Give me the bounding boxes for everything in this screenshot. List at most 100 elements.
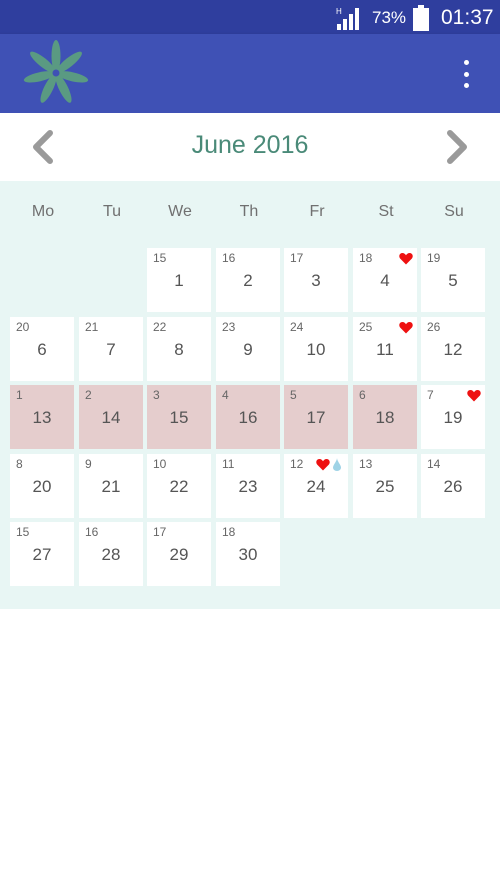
date-number: 28 (101, 545, 121, 564)
cycle-day-number: 25 (359, 320, 373, 334)
day-cell[interactable]: 14 26 (421, 454, 485, 518)
cycle-day-number: 1 (16, 388, 23, 402)
heart-icon (467, 389, 481, 402)
day-cell[interactable]: 17 29 (147, 522, 211, 586)
cycle-day-number: 5 (290, 388, 297, 402)
date-number: 22 (169, 477, 189, 496)
day-cell[interactable]: 25 11 (353, 317, 417, 381)
day-cell[interactable]: 4 16 (216, 385, 280, 449)
day-cell[interactable]: 22 8 (147, 317, 211, 381)
date-number: 27 (32, 545, 52, 564)
date-number: 18 (375, 408, 395, 427)
signal-icon: H (336, 7, 359, 30)
cycle-day-number: 17 (290, 251, 304, 265)
status-bar: H 73% 01:37 (0, 0, 500, 34)
cycle-day-number: 18 (222, 525, 236, 539)
date-number: 25 (375, 477, 395, 496)
day-cell[interactable]: 12 24 (284, 454, 348, 518)
date-number: 24 (306, 477, 326, 496)
date-number: 15 (169, 408, 189, 427)
cycle-day-number: 26 (427, 320, 441, 334)
day-cell[interactable]: 19 5 (421, 248, 485, 312)
date-number: 4 (380, 271, 390, 290)
day-cell[interactable]: 20 6 (10, 317, 74, 381)
heart-icon (399, 252, 413, 265)
cycle-day-number: 4 (222, 388, 229, 402)
more-vert-icon (463, 60, 469, 65)
cycle-day-number: 19 (427, 251, 441, 265)
day-cell[interactable]: 23 9 (216, 317, 280, 381)
day-cell[interactable]: 18 4 (353, 248, 417, 312)
date-number: 23 (238, 477, 258, 496)
cycle-day-number: 20 (16, 320, 30, 334)
day-cell[interactable]: 15 1 (147, 248, 211, 312)
cycle-day-number: 23 (222, 320, 236, 334)
overflow-menu-button[interactable] (454, 60, 478, 88)
date-number: 11 (376, 340, 394, 359)
weekday-label: St (378, 203, 394, 220)
network-type: H (336, 7, 342, 16)
date-number: 2 (243, 271, 253, 290)
cycle-day-number: 13 (359, 457, 373, 471)
date-number: 3 (311, 271, 321, 290)
battery-percent: 73% (372, 8, 407, 27)
day-cell[interactable]: 17 3 (284, 248, 348, 312)
day-cell[interactable]: 7 19 (421, 385, 485, 449)
day-cell[interactable]: 21 7 (79, 317, 143, 381)
weekday-header: Mo Tu We Th Fr St Su (10, 203, 490, 223)
cycle-day-number: 2 (85, 388, 92, 402)
weekday-label: Tu (102, 203, 122, 220)
date-number: 7 (106, 340, 116, 359)
day-cell[interactable]: 6 18 (353, 385, 417, 449)
date-number: 5 (448, 271, 458, 290)
day-cell[interactable]: 18 30 (216, 522, 280, 586)
day-cell[interactable]: 1 13 (10, 385, 74, 449)
flower-logo-icon (23, 40, 89, 103)
day-cell[interactable]: 26 12 (421, 317, 485, 381)
cycle-day-number: 18 (359, 251, 373, 265)
day-cell[interactable]: 15 27 (10, 522, 74, 586)
cycle-day-number: 7 (427, 388, 434, 402)
cycle-day-number: 21 (85, 320, 99, 334)
date-number: 30 (238, 545, 258, 564)
cycle-day-number: 16 (222, 251, 236, 265)
day-cell[interactable]: 13 25 (353, 454, 417, 518)
cycle-day-number: 17 (153, 525, 167, 539)
calendar-grid: Mo Tu We Th Fr St Su 15 1 16 2 17 3 18 4 19 5 20 6 21 7 22 8 2… (0, 181, 500, 609)
date-number: 16 (238, 408, 258, 427)
day-cell[interactable]: 16 2 (216, 248, 280, 312)
cycle-day-number: 8 (16, 457, 23, 471)
date-number: 8 (174, 340, 184, 359)
day-cell[interactable]: 24 10 (284, 317, 348, 381)
date-number: 29 (169, 545, 189, 564)
day-cell[interactable]: 3 15 (147, 385, 211, 449)
chevron-right-icon[interactable] (436, 127, 476, 167)
weekday-label: Mo (31, 203, 55, 220)
date-number: 1 (174, 271, 184, 290)
month-title: June 2016 (191, 131, 309, 159)
day-cell[interactable]: 2 14 (79, 385, 143, 449)
day-cell[interactable]: 8 20 (10, 454, 74, 518)
cycle-day-number: 12 (290, 457, 304, 471)
cycle-day-number: 24 (290, 320, 304, 334)
cycle-day-number: 15 (16, 525, 30, 539)
day-cell[interactable]: 11 23 (216, 454, 280, 518)
date-number: 6 (37, 340, 47, 359)
day-cell[interactable]: 9 21 (79, 454, 143, 518)
day-cell[interactable]: 5 17 (284, 385, 348, 449)
drop-icon (333, 458, 341, 471)
cycle-day-number: 6 (359, 388, 366, 402)
heart-icon (399, 321, 413, 334)
weekday-label: Fr (309, 203, 325, 220)
date-number: 9 (243, 340, 253, 359)
day-cell[interactable]: 16 28 (79, 522, 143, 586)
month-header: June 2016 (0, 113, 500, 181)
date-number: 21 (101, 477, 121, 496)
cycle-day-number: 10 (153, 457, 167, 471)
date-number: 20 (32, 477, 52, 496)
cycle-day-number: 3 (153, 388, 160, 402)
day-cell[interactable]: 10 22 (147, 454, 211, 518)
cycle-day-number: 15 (153, 251, 167, 265)
date-number: 10 (306, 340, 326, 359)
battery-icon (413, 5, 429, 31)
